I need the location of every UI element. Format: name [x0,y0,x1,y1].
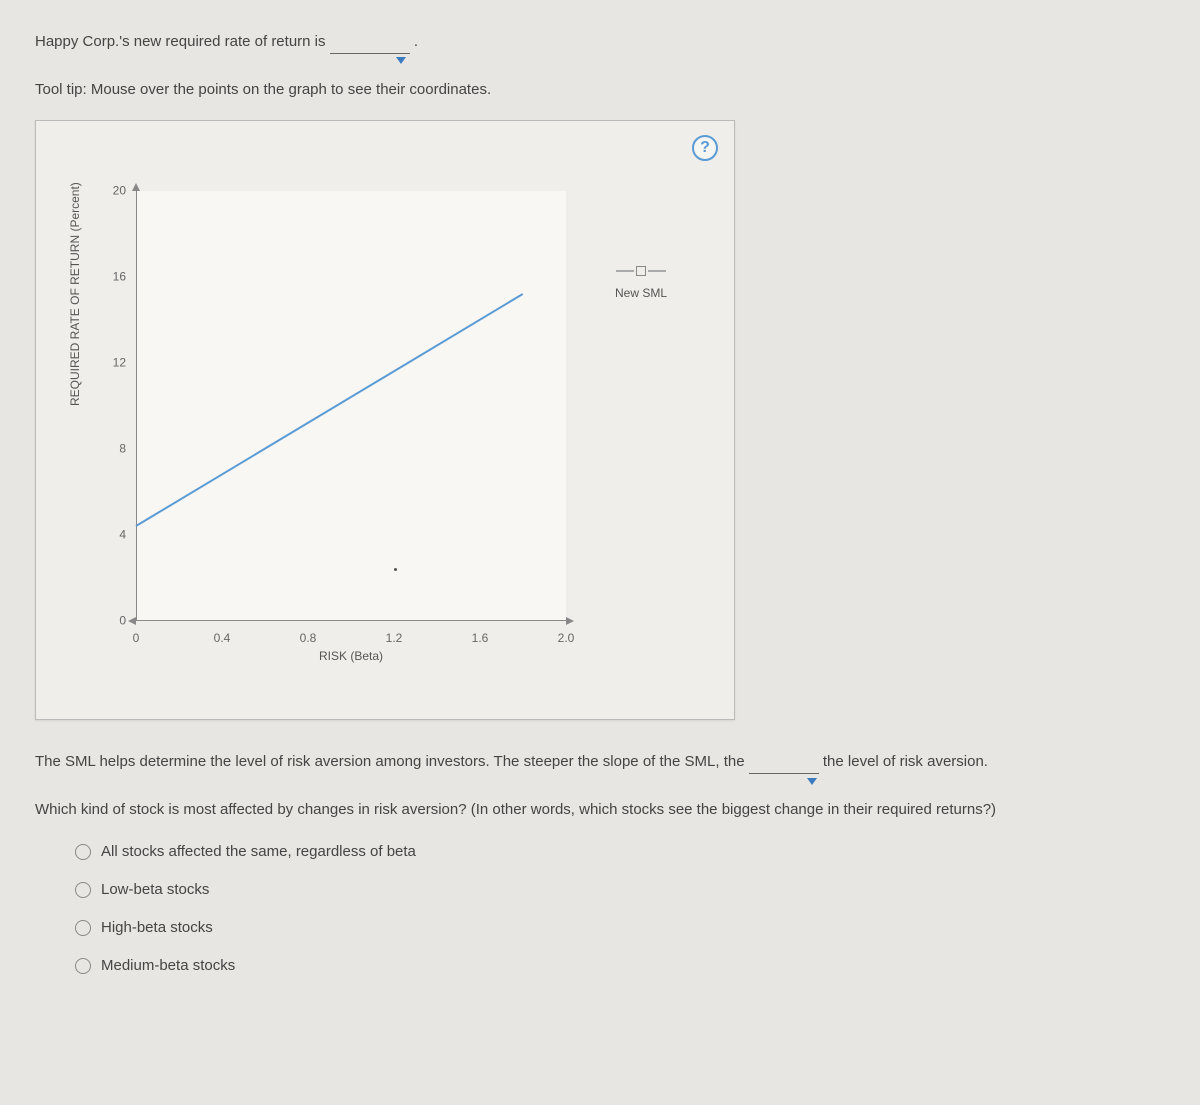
y-tick: 4 [119,525,126,544]
x-axis [136,620,566,621]
chevron-down-icon [396,57,406,64]
legend-label: New SML [591,284,691,303]
legend[interactable]: New SML [591,266,691,303]
x-tick: 0.4 [214,629,231,648]
y-tick: 20 [113,181,126,200]
sentence-required-return: Happy Corp.'s new required rate of retur… [35,30,1170,54]
option-label: Medium-beta stocks [101,954,235,978]
x-tick: 2.0 [558,629,575,648]
x-tick: 0.8 [300,629,317,648]
radio-icon [75,958,91,974]
legend-symbol [591,266,691,276]
chevron-down-icon [807,778,817,785]
help-icon[interactable]: ? [692,135,718,161]
plot-area[interactable]: 0 4 8 12 16 20 0 0.4 0.8 1.2 1.6 2.0 RIS… [136,191,566,621]
y-axis [136,191,137,621]
option-label: Low-beta stocks [101,878,209,902]
arrow-left-icon [128,617,136,625]
y-tick: 16 [113,267,126,286]
y-tick: 8 [119,439,126,458]
option-high-beta[interactable]: High-beta stocks [75,916,1170,940]
chart-container: ? REQUIRED RATE OF RETURN (Percent) 0 4 … [35,120,735,720]
data-point[interactable] [394,568,397,571]
graph-tooltip-hint: Tool tip: Mouse over the points on the g… [35,78,1170,102]
x-tick: 1.6 [472,629,489,648]
sentence1-prefix: Happy Corp.'s new required rate of retur… [35,33,330,50]
option-medium-beta[interactable]: Medium-beta stocks [75,954,1170,978]
x-axis-label: RISK (Beta) [319,647,383,666]
sml-slope-sentence: The SML helps determine the level of ris… [35,750,1170,774]
required-return-dropdown[interactable] [330,53,410,54]
option-low-beta[interactable]: Low-beta stocks [75,878,1170,902]
sentence1-suffix: . [414,33,418,50]
arrow-up-icon [132,183,140,191]
radio-group: All stocks affected the same, regardless… [35,840,1170,978]
arrow-right-icon [566,617,574,625]
question-text: Which kind of stock is most affected by … [35,798,1170,822]
x-tick: 0 [133,629,140,648]
option-label: High-beta stocks [101,916,213,940]
radio-icon [75,920,91,936]
radio-icon [75,882,91,898]
sml-line[interactable] [135,293,523,527]
y-tick: 0 [119,611,126,630]
y-axis-label: REQUIRED RATE OF RETURN (Percent) [66,182,85,406]
option-all-same[interactable]: All stocks affected the same, regardless… [75,840,1170,864]
radio-icon [75,844,91,860]
slope-dropdown[interactable] [749,773,819,774]
x-tick: 1.2 [386,629,403,648]
y-tick: 12 [113,353,126,372]
option-label: All stocks affected the same, regardless… [101,840,416,864]
